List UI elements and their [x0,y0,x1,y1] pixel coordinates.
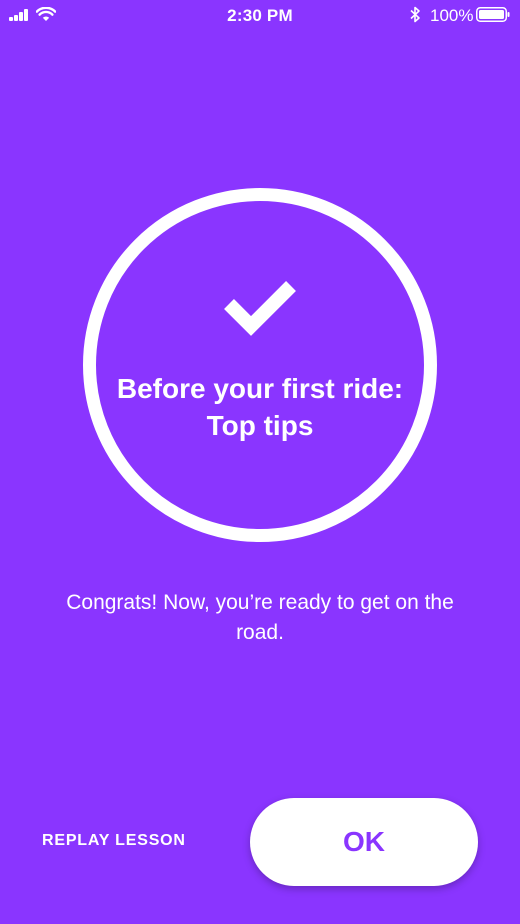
battery-percentage: 100% [430,6,474,25]
ok-button[interactable]: OK [250,798,478,886]
ok-button-label: OK [343,826,385,857]
checkmark-icon [224,281,296,336]
bluetooth-icon [410,6,420,23]
replay-lesson-button[interactable]: REPLAY LESSON [42,832,186,850]
battery-icon [476,7,510,22]
status-bar: 2:30 PM 100% [0,0,520,30]
lesson-title: Before your first ride: Top tips [116,373,404,441]
congrats-message: Congrats! Now, you’re ready to get on th… [66,591,454,644]
completion-circle [83,188,437,542]
